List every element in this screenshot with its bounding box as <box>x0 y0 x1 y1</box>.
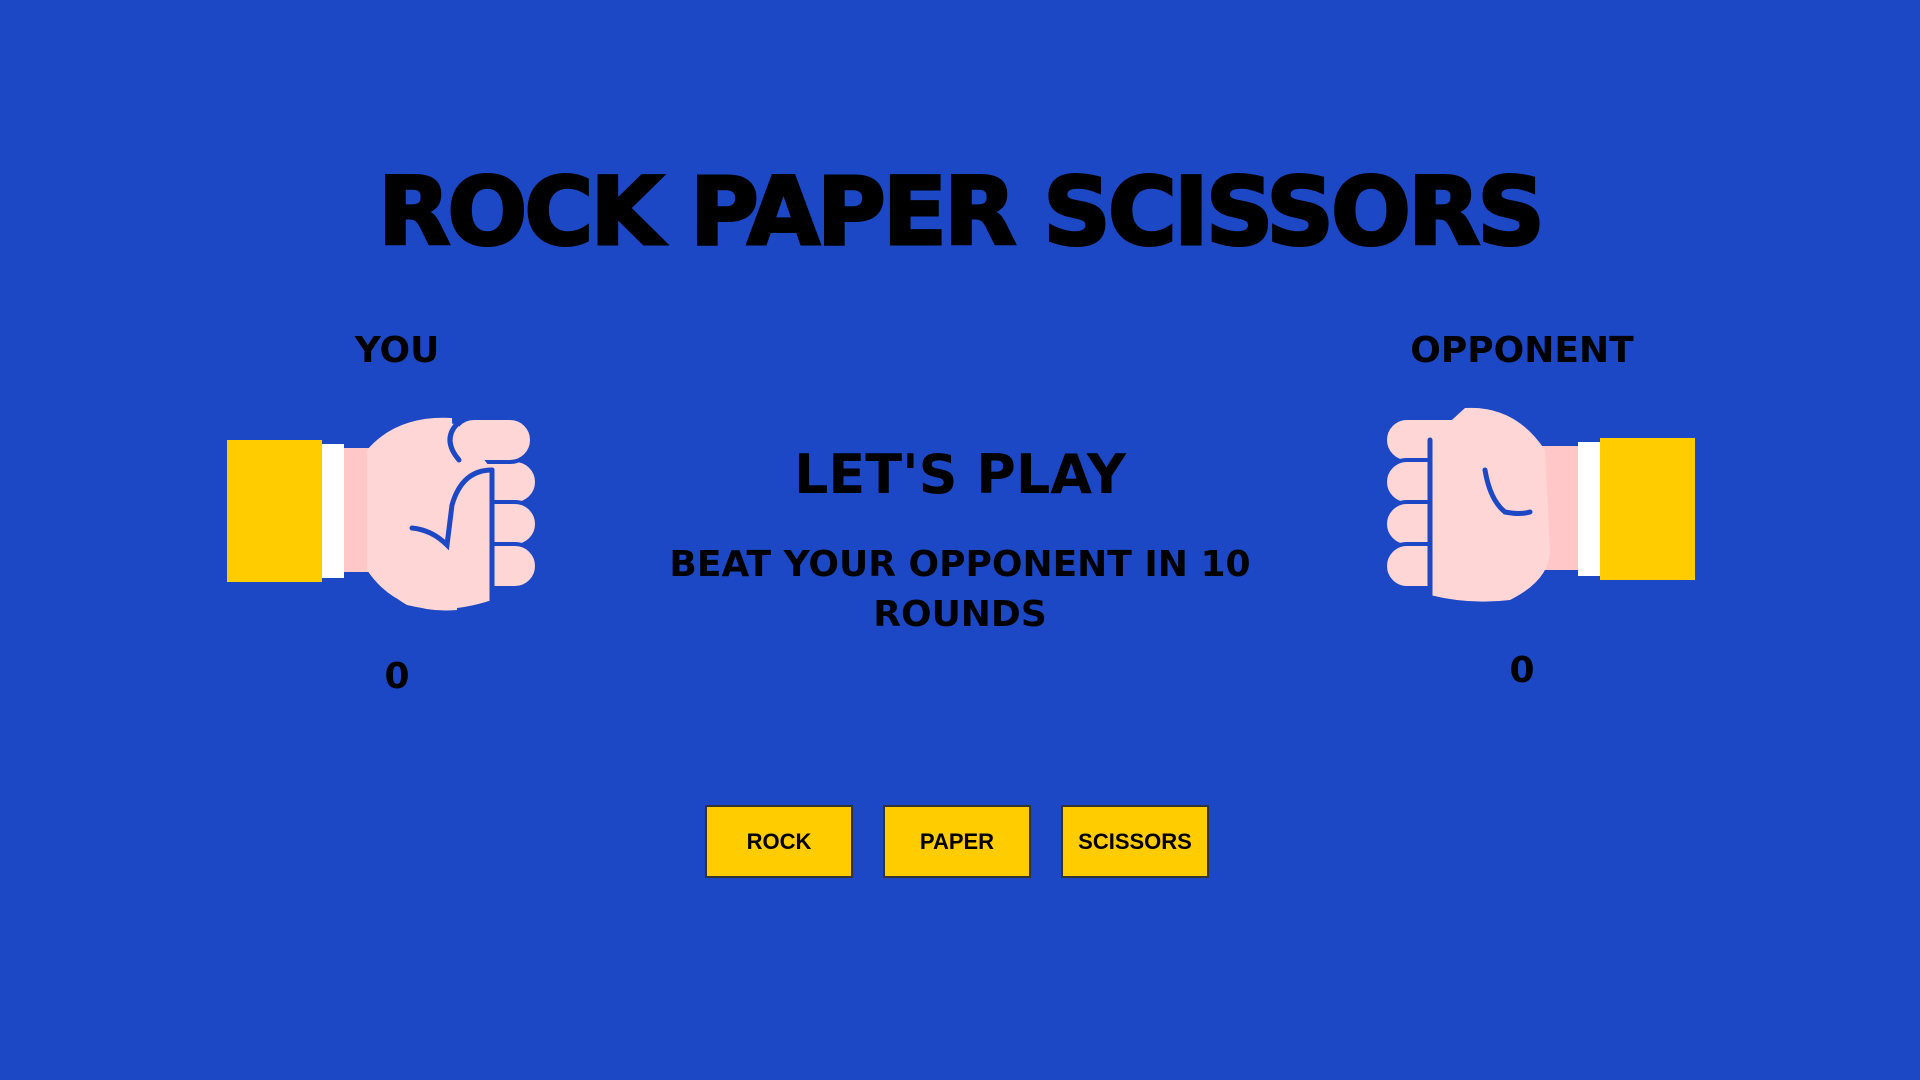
game-screen: ROCK PAPER SCISSORS YOU OPPONENT 0 0 LET… <box>0 0 1920 1080</box>
fist-icon <box>1383 407 1695 602</box>
rock-button[interactable]: ROCK <box>705 805 853 878</box>
player-you-score: 0 <box>384 656 410 697</box>
player-you-hand <box>227 410 567 620</box>
fist-icon <box>227 416 539 611</box>
scissors-button[interactable]: SCISSORS <box>1061 805 1209 878</box>
player-opponent-hand <box>1355 400 1695 610</box>
player-you-label: YOU <box>354 330 440 371</box>
player-opponent-label: OPPONENT <box>1410 330 1634 371</box>
paper-button[interactable]: PAPER <box>883 805 1031 878</box>
choice-buttons: ROCK PAPER SCISSORS <box>705 805 1209 878</box>
game-title: ROCK PAPER SCISSORS <box>377 157 1547 269</box>
status-message: BEAT YOUR OPPONENT IN 10 ROUNDS <box>669 544 1251 635</box>
player-opponent-score: 0 <box>1509 650 1535 691</box>
status-heading: LET'S PLAY <box>793 443 1127 506</box>
